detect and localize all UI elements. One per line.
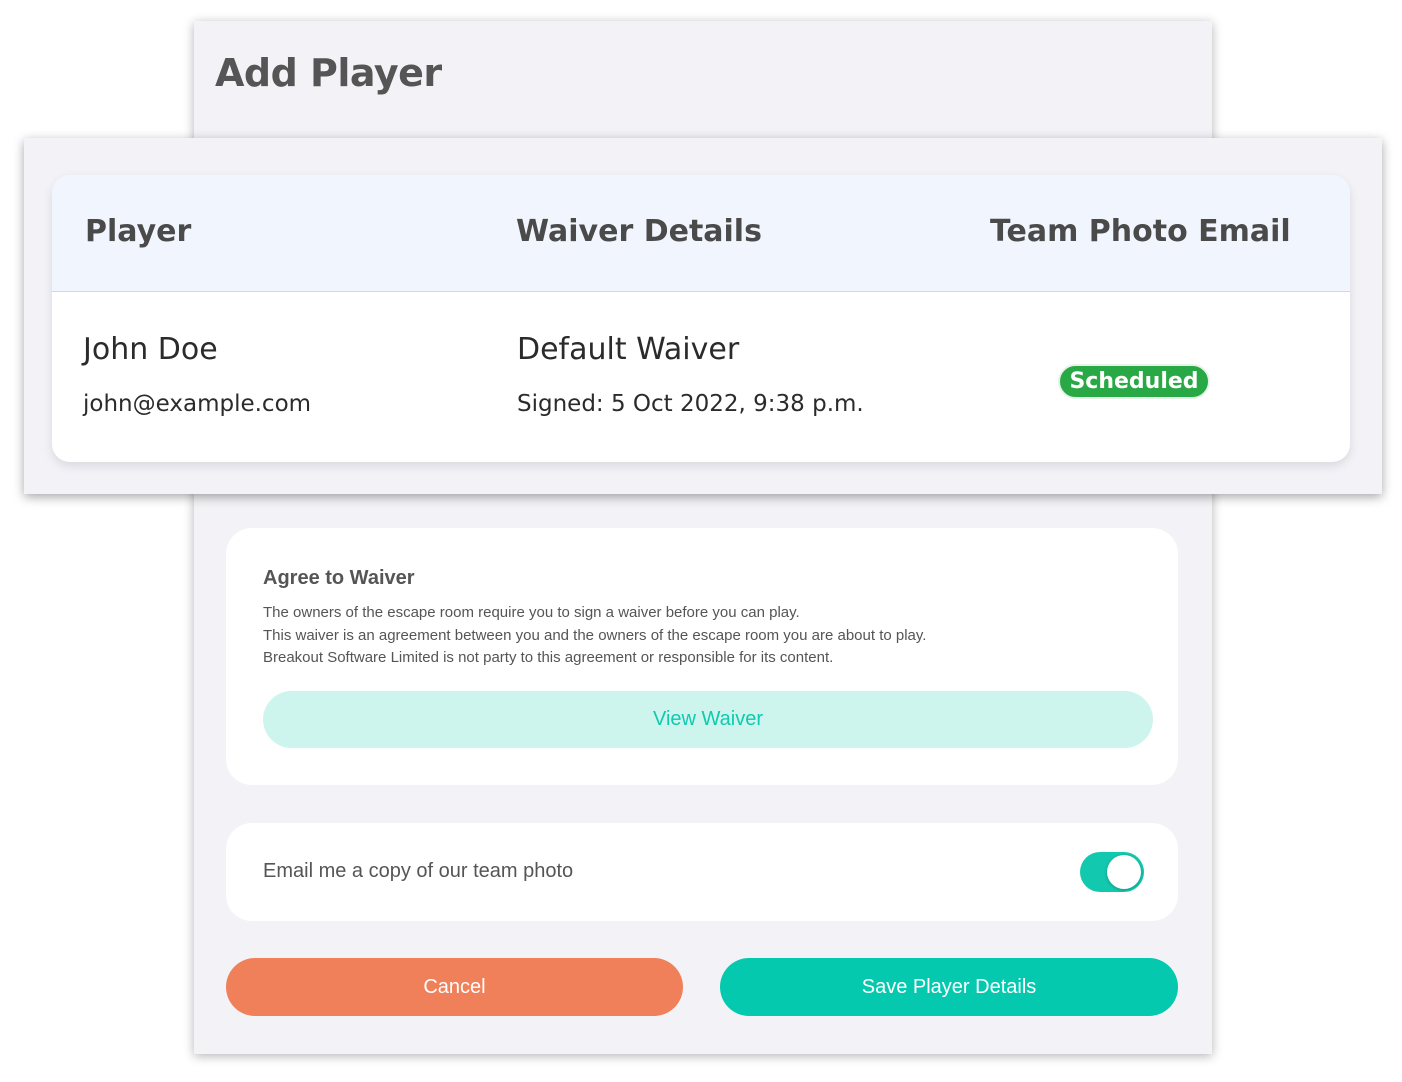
- player-email: john@example.com: [83, 391, 312, 417]
- player-name: John Doe: [83, 332, 218, 367]
- header-player: Player: [85, 214, 192, 249]
- stage: Add Player Agree to Waiver The owners of…: [0, 0, 1402, 1082]
- save-player-details-button[interactable]: Save Player Details: [720, 958, 1178, 1016]
- table-header: Player Waiver Details Team Photo Email: [52, 175, 1350, 292]
- waiver-description: The owners of the escape room require yo…: [263, 602, 1143, 670]
- cancel-button[interactable]: Cancel: [226, 958, 683, 1016]
- player-table: Player Waiver Details Team Photo Email J…: [52, 175, 1350, 462]
- email-photo-toggle[interactable]: [1080, 852, 1144, 892]
- waiver-signed-date: Signed: 5 Oct 2022, 9:38 p.m.: [517, 391, 864, 417]
- email-photo-label: Email me a copy of our team photo: [263, 860, 574, 882]
- header-waiver-details: Waiver Details: [516, 214, 762, 249]
- waiver-name: Default Waiver: [517, 332, 740, 367]
- view-waiver-button[interactable]: View Waiver: [263, 691, 1153, 748]
- waiver-title: Agree to Waiver: [263, 567, 415, 589]
- toggle-knob: [1107, 855, 1141, 889]
- header-team-photo-email: Team Photo Email: [990, 214, 1291, 249]
- waiver-line: This waiver is an agreement between you …: [263, 626, 927, 644]
- waiver-line: Breakout Software Limited is not party t…: [263, 649, 834, 666]
- waiver-card: Agree to Waiver The owners of the escape…: [226, 528, 1178, 785]
- status-badge: Scheduled: [1058, 364, 1210, 399]
- waiver-line: The owners of the escape room require yo…: [263, 604, 800, 621]
- player-table-overlay: Player Waiver Details Team Photo Email J…: [24, 138, 1382, 494]
- modal-title: Add Player: [215, 51, 442, 95]
- email-photo-card: Email me a copy of our team photo: [226, 823, 1178, 921]
